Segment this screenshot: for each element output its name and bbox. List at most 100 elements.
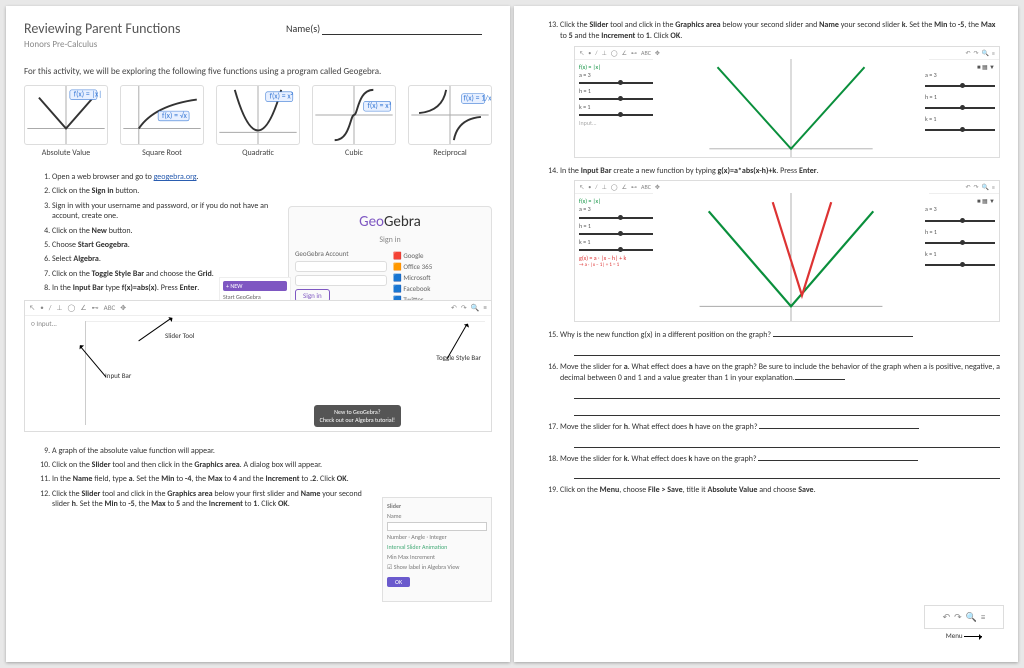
cap-sqrt: Square Root bbox=[120, 148, 204, 158]
gg-toolbar: ↖ • / ⊥ ◯ ∠ ⊷ ABC ✥ ↶ ↷ 🔍 ≡ bbox=[25, 301, 491, 316]
func-sqrt: f(x) = √x Square Root bbox=[120, 85, 204, 158]
tool-slider-icon[interactable]: ⊷ bbox=[92, 303, 99, 312]
doc-subtitle: Honors Pre-Calculus bbox=[24, 39, 492, 50]
tool-line-icon[interactable]: / bbox=[49, 303, 52, 312]
step-12: Click the Slider tool and click in the G… bbox=[52, 489, 374, 510]
prov-google[interactable]: 🟥 Google bbox=[393, 251, 485, 260]
search2-icon[interactable]: 🔍 bbox=[966, 612, 977, 623]
redo-icon[interactable]: ↷ bbox=[461, 303, 467, 312]
answer-line-18[interactable] bbox=[574, 468, 1000, 479]
toggle-label: Toggle Style Bar bbox=[436, 353, 481, 362]
plot-13[interactable] bbox=[653, 59, 929, 157]
tool-angle-icon[interactable]: ∠ bbox=[80, 303, 86, 312]
step-15: Why is the new function g(x) in a differ… bbox=[560, 330, 1000, 356]
prov-o365[interactable]: 🟧 Office 365 bbox=[393, 262, 485, 271]
func-abs: f(x) = |x| Absolute Value bbox=[24, 85, 108, 158]
t13-undo-icon[interactable]: ↶ bbox=[965, 49, 970, 57]
var-gexp: → a · |x − 1| + 1 = 1 bbox=[579, 262, 657, 269]
page-1: Reviewing Parent Functions Honors Pre-Ca… bbox=[6, 6, 510, 662]
step-3: Sign in with your username and password,… bbox=[52, 201, 284, 222]
thumb-recip: f(x) = 1/x bbox=[408, 85, 492, 145]
step-17: Move the slider for h. What effect does … bbox=[560, 422, 1000, 448]
plot-14[interactable] bbox=[653, 193, 929, 321]
undo2-icon[interactable]: ↶ bbox=[943, 612, 951, 623]
prov-fb[interactable]: 🟦 Facebook bbox=[393, 284, 485, 293]
step-18: Move the slider for k. What effect does … bbox=[560, 454, 1000, 480]
menu-label: Menu bbox=[946, 631, 963, 640]
email-field[interactable] bbox=[295, 261, 387, 272]
t13-perp-icon[interactable]: ⊥ bbox=[602, 49, 607, 57]
input-13[interactable]: Input... bbox=[579, 119, 657, 127]
step-1: Open a web browser and go to geogebra.or… bbox=[52, 172, 284, 182]
main-screenshot: ↖ • / ⊥ ◯ ∠ ⊷ ABC ✥ ↶↷🔍≡ ○ Input... Slid… bbox=[24, 300, 492, 432]
menu-icon[interactable]: ≡ bbox=[484, 303, 488, 312]
algebra-panel-14: f(x) = |x| a = 3 h = 1 k = 1 g(x) = a · … bbox=[575, 193, 662, 321]
var-h: h = 1 bbox=[579, 87, 657, 95]
name-label: Name(s) bbox=[286, 22, 320, 35]
answer-line-16b[interactable] bbox=[574, 405, 1000, 416]
t13-move-icon[interactable]: ↖ bbox=[579, 49, 584, 57]
dlg-types: Number · Angle · Integer bbox=[387, 533, 487, 541]
hamburger-icon[interactable]: ≡ bbox=[981, 612, 985, 623]
eq-sqrt: f(x) = √x bbox=[162, 111, 188, 121]
step-16: Move the slider for a. What effect does … bbox=[560, 362, 1000, 416]
step-5: Choose Start Geogebra. bbox=[52, 240, 284, 250]
t13-point-icon[interactable]: • bbox=[588, 49, 591, 57]
eq-abs: f(x) = |x| bbox=[74, 90, 102, 100]
menu-icons: ↶↷ 🔍 ≡ bbox=[924, 605, 1004, 629]
t13-slider-icon[interactable]: ⊷ bbox=[631, 49, 637, 57]
tool-point-icon[interactable]: • bbox=[40, 303, 44, 312]
dlg-tabs: Interval Slider Animation bbox=[387, 543, 487, 551]
t13-circ-icon[interactable]: ◯ bbox=[611, 49, 618, 57]
thumb-cubic: f(x) = x³ bbox=[312, 85, 396, 145]
t13-redo-icon[interactable]: ↷ bbox=[973, 49, 978, 57]
fig-step13: ↖•/⊥◯∠⊷ABC✥↶↷🔍≡ f(x) = |x| a = 3 h = 1 k… bbox=[574, 46, 1000, 158]
func-cubic: f(x) = x³ Cubic bbox=[312, 85, 396, 158]
tool-text-icon[interactable]: ABC bbox=[104, 303, 116, 312]
thumb-sqrt: f(x) = √x bbox=[120, 85, 204, 145]
t13-angle-icon[interactable]: ∠ bbox=[622, 49, 627, 57]
intro-text: For this activity, we will be exploring … bbox=[24, 66, 492, 77]
password-field[interactable] bbox=[295, 275, 387, 286]
tool-move2-icon[interactable]: ✥ bbox=[120, 303, 126, 312]
prov-ms[interactable]: 🟦 Microsoft bbox=[393, 273, 485, 282]
var-g: g(x) = a · |x − h| + k bbox=[579, 254, 657, 262]
steps-block-2: A graph of the absolute value function w… bbox=[24, 446, 374, 510]
signin-heading: Sign in bbox=[295, 235, 485, 245]
name-input[interactable] bbox=[387, 522, 487, 531]
tool-perp-icon[interactable]: ⊥ bbox=[56, 303, 62, 312]
t13-menu-icon[interactable]: ≡ bbox=[992, 49, 995, 57]
thumb-abs: f(x) = |x| bbox=[24, 85, 108, 145]
step-10: Click on the Slider tool and then click … bbox=[52, 460, 374, 470]
new-button[interactable]: + NEW bbox=[223, 281, 287, 291]
step-4: Click on the New button. bbox=[52, 226, 284, 236]
tool-circle-icon[interactable]: ◯ bbox=[68, 303, 76, 312]
geogebra-logo: GeoGebra bbox=[295, 213, 485, 231]
steps-block-1: Open a web browser and go to geogebra.or… bbox=[24, 172, 284, 294]
tutorial-hint: New to GeoGebra? Check out our Algebra t… bbox=[314, 405, 401, 427]
tool-move-icon[interactable]: ↖ bbox=[29, 303, 35, 312]
graphics-sliders-13: ■ ▦ ▼ a = 3 h = 1 k = 1 bbox=[921, 59, 999, 157]
t13-line-icon[interactable]: / bbox=[595, 49, 597, 57]
algebra-panel-13: f(x) = |x| a = 3 h = 1 k = 1 Input... bbox=[575, 59, 662, 157]
redo2-icon[interactable]: ↷ bbox=[954, 612, 962, 623]
name-blank[interactable] bbox=[322, 34, 482, 35]
step-19: Click on the Menu, choose File > Save, t… bbox=[560, 485, 1000, 496]
var-k: k = 1 bbox=[579, 103, 657, 111]
input-label: ○ Input... bbox=[31, 319, 57, 328]
undo-icon[interactable]: ↶ bbox=[451, 303, 457, 312]
answer-line-16a[interactable] bbox=[574, 388, 1000, 399]
geogebra-link[interactable]: geogebra.org bbox=[154, 172, 197, 182]
page-2: Click the Slider tool and click in the G… bbox=[514, 6, 1018, 662]
ok-button[interactable]: OK bbox=[387, 577, 410, 587]
search-icon[interactable]: 🔍 bbox=[471, 303, 480, 312]
cap-abs: Absolute Value bbox=[24, 148, 108, 158]
var-f: f(x) = |x| bbox=[579, 63, 657, 71]
graphics-sliders-14: ■ ▦ ▼ a = 3 h = 1 k = 1 bbox=[921, 193, 999, 321]
step-9: A graph of the absolute value function w… bbox=[52, 446, 374, 456]
answer-line-15[interactable] bbox=[574, 345, 1000, 356]
answer-line-17[interactable] bbox=[574, 437, 1000, 448]
dlg-check[interactable]: ☑ Show label in Algebra View bbox=[387, 563, 487, 571]
var-a: a = 3 bbox=[579, 71, 657, 79]
eq-cubic: f(x) = x³ bbox=[368, 101, 392, 111]
